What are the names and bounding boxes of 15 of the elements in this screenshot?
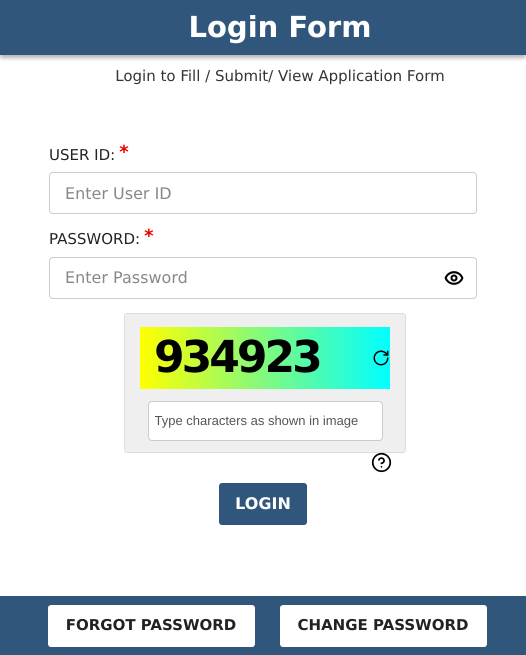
login-button[interactable]: LOGIN xyxy=(219,482,307,524)
captcha-field[interactable]: Type characters as shown in image xyxy=(148,400,382,440)
page-title: Login Form xyxy=(188,8,372,46)
help-icon[interactable] xyxy=(371,452,392,472)
input-field[interactable]: Enter User ID xyxy=(49,172,477,214)
required-mark: * xyxy=(119,144,129,162)
password-field[interactable]: Enter Password xyxy=(49,256,477,298)
refresh-icon[interactable] xyxy=(372,348,390,366)
subtitle: Login to Fill / Submit/ View Application Form xyxy=(115,66,445,87)
captcha-code: 934923 xyxy=(154,330,320,384)
footer-button[interactable]: CHANGE PASSWORD xyxy=(280,604,486,646)
required-mark: * xyxy=(144,228,154,246)
field-label: PASSWORD: xyxy=(49,229,140,250)
footer-button[interactable]: FORGOT PASSWORD xyxy=(48,604,254,646)
field-label: USER ID: xyxy=(49,144,116,166)
